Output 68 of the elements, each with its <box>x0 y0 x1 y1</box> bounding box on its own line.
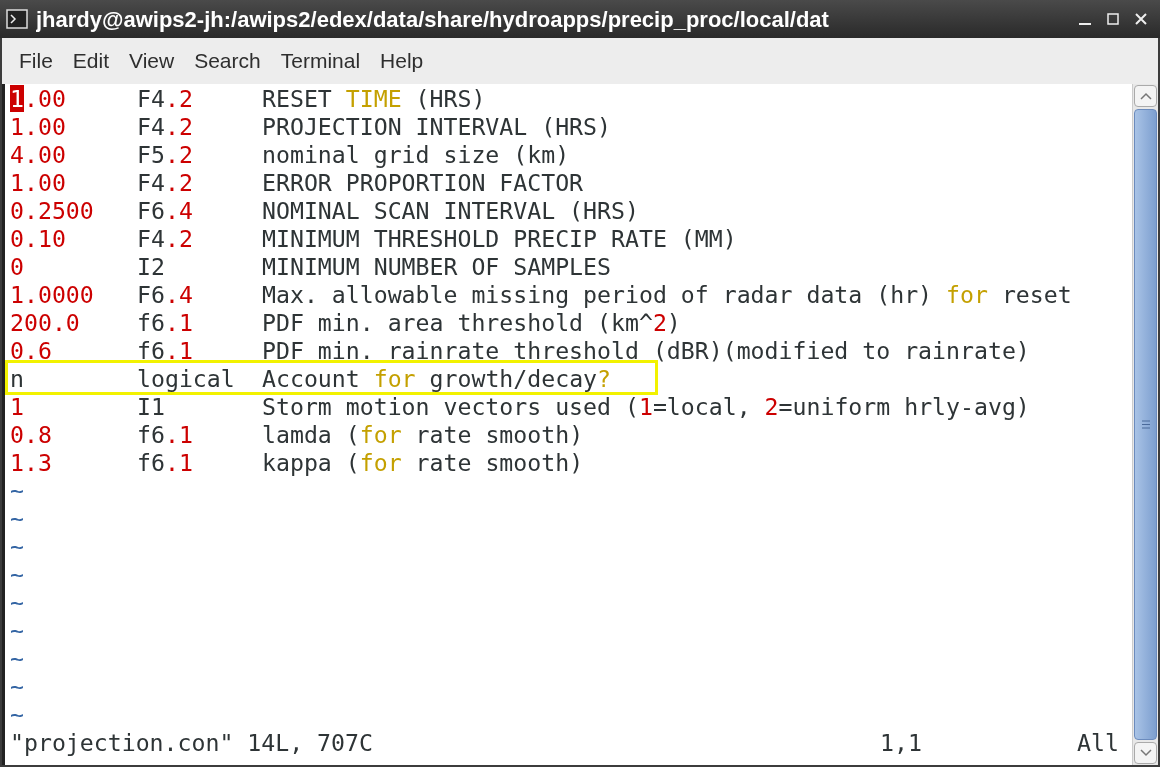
value-text: 1.3 <box>10 449 52 477</box>
format-text: f6.1 <box>137 309 193 337</box>
value-text: 0.10 <box>10 225 66 253</box>
scrollbar-thumb[interactable] <box>1134 109 1157 740</box>
value-text: 1.00 <box>10 169 66 197</box>
format-text: F4.2 <box>137 85 193 113</box>
empty-line-marker: ~ <box>10 533 24 561</box>
menu-item[interactable]: View <box>120 45 184 77</box>
description-text: PROJECTION INTERVAL (HRS) <box>262 113 611 141</box>
description-text: Max. allowable missing period of radar data (hr) for reset <box>262 281 1072 309</box>
terminal-icon <box>6 9 28 29</box>
description-text: RESET TIME (HRS) <box>262 85 486 113</box>
value-text: 0.6 <box>10 337 52 365</box>
description-text: kappa (for rate smooth) <box>262 449 584 477</box>
menu-item[interactable]: Terminal <box>271 45 370 77</box>
format-text: I1 <box>137 393 165 421</box>
description-text: PDF min. rainrate threshold (dBR)(modified to rainrate) <box>262 337 1030 365</box>
value-text: 0.2500 <box>10 197 94 225</box>
value-text: 0.8 <box>10 421 52 449</box>
menu-item[interactable]: Search <box>185 45 270 77</box>
empty-line-marker: ~ <box>10 561 24 589</box>
empty-line-marker: ~ <box>10 505 24 533</box>
close-icon[interactable] <box>1134 12 1148 26</box>
format-text: I2 <box>137 253 165 281</box>
format-text: f6.1 <box>137 337 193 365</box>
format-text: F5.2 <box>137 141 193 169</box>
value-text: 1.00 <box>10 113 66 141</box>
empty-line-marker: ~ <box>10 701 24 729</box>
description-text: PDF min. area threshold (km^2) <box>262 309 681 337</box>
maximize-icon[interactable] <box>1106 12 1120 26</box>
value-text: 200.0 <box>10 309 80 337</box>
description-text: MINIMUM THRESHOLD PRECIP RATE (MM) <box>262 225 737 253</box>
empty-line-marker: ~ <box>10 617 24 645</box>
scroll-indicator: All <box>1077 729 1119 757</box>
empty-line-marker: ~ <box>10 477 24 505</box>
caret-up-icon <box>1139 92 1152 100</box>
description-text: lamda (for rate smooth) <box>262 421 584 449</box>
format-text: F4.2 <box>137 169 193 197</box>
description-text: nominal grid size (km) <box>262 141 570 169</box>
value-text: 0 <box>10 253 24 281</box>
empty-line-marker: ~ <box>10 645 24 673</box>
format-text: logical <box>137 365 235 393</box>
format-text: F4.2 <box>137 225 193 253</box>
format-text: F6.4 <box>137 281 193 309</box>
window-title: jhardy@awips2-jh:/awips2/edex/data/share/hydroapps/precip_proc/local/dat <box>36 5 830 34</box>
menu-item[interactable]: Help <box>371 45 433 77</box>
description-text: Account for growth/decay? <box>262 365 612 393</box>
menu-item[interactable]: File <box>10 45 62 77</box>
empty-line-marker: ~ <box>10 589 24 617</box>
empty-line-marker: ~ <box>10 673 24 701</box>
value-text: 1.00 <box>10 85 66 113</box>
value-text: 1 <box>10 393 24 421</box>
description-text: NOMINAL SCAN INTERVAL (HRS) <box>262 197 639 225</box>
value-text: 1.0000 <box>10 281 94 309</box>
grip-icon <box>1140 420 1151 429</box>
format-text: f6.1 <box>137 449 193 477</box>
cursor-position: 1,1 <box>880 729 923 757</box>
menu-item[interactable]: Edit <box>63 45 119 77</box>
caret-down-icon <box>1139 749 1152 757</box>
status-message: "projection.con" 14L, 707C <box>10 729 374 757</box>
value-text: 4.00 <box>10 141 66 169</box>
format-text: F4.2 <box>137 113 193 141</box>
description-text: Storm motion vectors used (1=local, 2=uniform hrly-avg) <box>262 393 1030 421</box>
description-text: MINIMUM NUMBER OF SAMPLES <box>262 253 611 281</box>
format-text: f6.1 <box>137 421 193 449</box>
format-text: F6.4 <box>137 197 193 225</box>
value-text: n <box>10 365 24 393</box>
description-text: ERROR PROPORTION FACTOR <box>262 169 584 197</box>
